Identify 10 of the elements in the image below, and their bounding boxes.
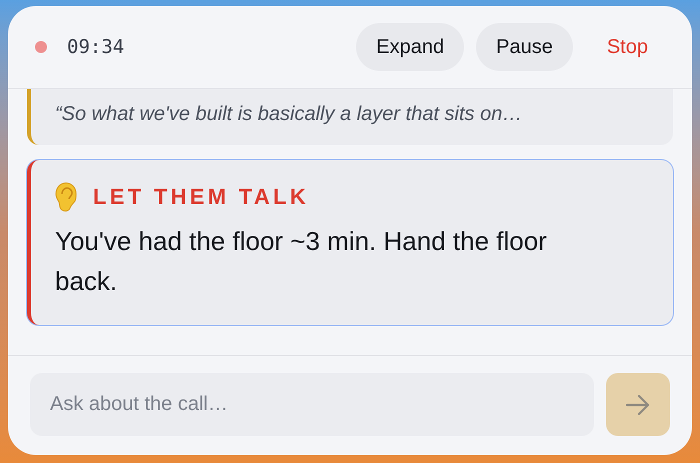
ask-input-field[interactable]: Ask about the call… [30, 373, 594, 436]
transcript-quote: “So what we've built is basically a layer that sits on… [55, 102, 524, 127]
expand-button[interactable]: Expand [356, 23, 464, 71]
pause-button[interactable]: Pause [476, 23, 573, 71]
call-timer: 09:34 [67, 34, 124, 60]
nudge-title: LET THEM TALK [93, 183, 310, 211]
nudge-message: You've had the floor ~3 min. Hand the floor back. [55, 225, 548, 298]
stop-button[interactable]: Stop [584, 23, 670, 71]
arrow-right-icon [625, 394, 651, 416]
ear-icon [55, 182, 77, 212]
